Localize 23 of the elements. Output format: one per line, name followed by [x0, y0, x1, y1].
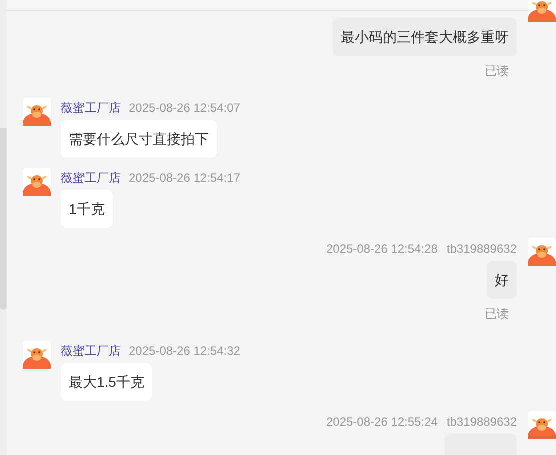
read-status: 已读 [485, 63, 509, 80]
message-bubble: 1千克 [61, 190, 113, 228]
cow-avatar-icon [528, 238, 556, 266]
sender-name: tb319889632 [446, 414, 517, 430]
sender-name: 薇蜜工厂店 [61, 343, 121, 359]
message-bubble: 最大1.5千克 [61, 363, 152, 401]
cow-avatar-icon [23, 168, 51, 196]
message-time: 2025-08-26 12:54:32 [129, 343, 240, 359]
message-bubble: 最小码的三件套大概多重呀 [333, 18, 517, 56]
message-time: 2025-08-26 12:54:07 [129, 100, 240, 116]
message-time: 2025-08-26 12:55:24 [326, 414, 438, 430]
scrollbar-thumb[interactable] [0, 128, 7, 310]
sender-name: tb319889632 [446, 241, 517, 257]
sender-name: 薇蜜工厂店 [61, 170, 121, 186]
message-bubble: 好 [487, 261, 517, 299]
message-time: 2025-08-26 12:54:17 [129, 170, 240, 186]
sender-name: 薇蜜工厂店 [61, 100, 121, 116]
read-status: 已读 [485, 306, 509, 323]
cow-avatar-icon [23, 98, 51, 126]
message-time: 2025-08-26 12:54:28 [326, 241, 438, 257]
cow-avatar-icon [528, 411, 556, 439]
cow-avatar-icon [23, 341, 51, 369]
message-bubble: 需要什么尺寸直接拍下 [61, 120, 217, 158]
